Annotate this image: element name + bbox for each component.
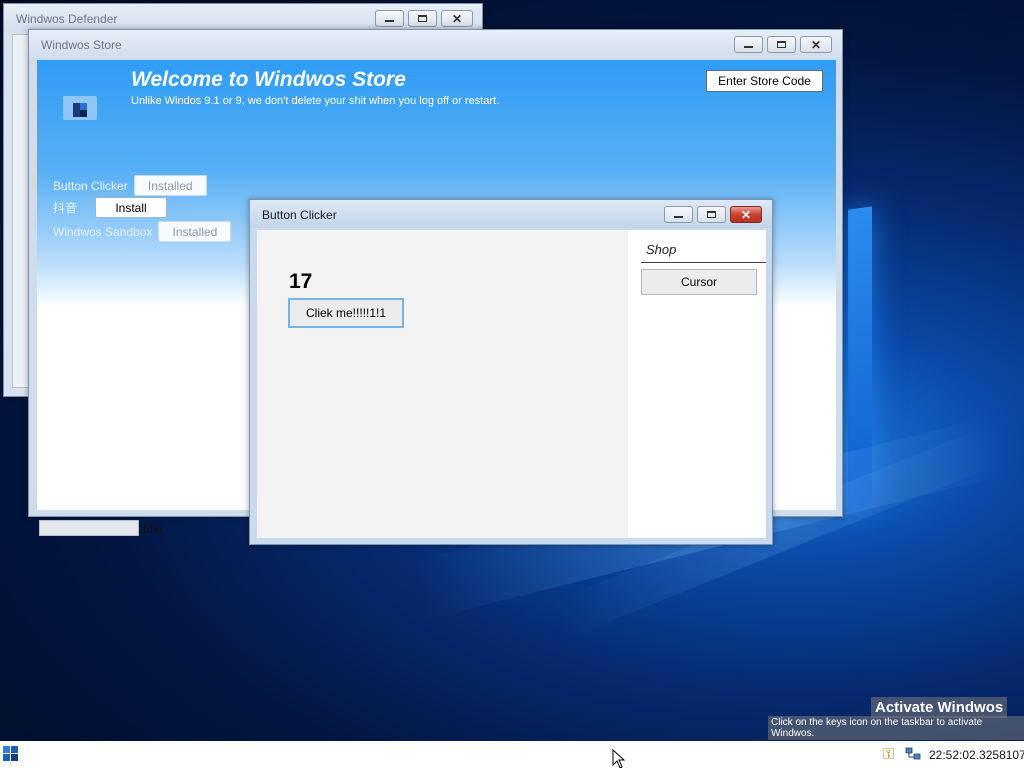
app-row-douyin: 抖音 Install [53, 197, 168, 218]
clicker-minimize-button[interactable] [664, 206, 693, 223]
minimize-icon [744, 46, 753, 48]
install-button[interactable]: Install [95, 197, 168, 218]
store-titlebar[interactable]: Windwos Store ✕ [29, 30, 842, 58]
close-icon: ✕ [451, 11, 463, 26]
enter-store-code-button[interactable]: Enter Store Code [706, 70, 823, 92]
shop-divider [641, 262, 766, 263]
shop-label: Shop [646, 242, 677, 257]
defender-maximize-button[interactable] [408, 10, 437, 27]
network-icon[interactable] [905, 747, 921, 761]
clicker-title: Button Clicker [262, 208, 337, 222]
app-row-button-clicker: Button Clicker Installed [53, 175, 207, 196]
start-logo-icon [3, 746, 10, 753]
maximize-icon [707, 211, 716, 218]
defender-close-button[interactable]: ✕ [441, 10, 473, 27]
defender-title: Windwos Defender [16, 12, 118, 26]
mouse-pointer-icon [612, 749, 626, 768]
minimize-icon [385, 20, 394, 22]
clicker-client-area: 17 Cliek me!!!!!1!1 Shop Cursor [257, 230, 766, 538]
store-heading: Welcome to Windwos Store [131, 68, 406, 91]
defender-minimize-button[interactable] [375, 10, 404, 27]
close-icon: ✕ [740, 207, 752, 222]
shop-item-cursor-button[interactable]: Cursor [641, 269, 757, 295]
store-close-button[interactable]: ✕ [800, 36, 832, 53]
keys-icon[interactable]: ⚿ [883, 746, 894, 763]
store-logo-icon [63, 96, 97, 120]
status-progress-bar [39, 520, 139, 536]
store-maximize-button[interactable] [767, 36, 796, 53]
app-row-windwos-sandbox: Windwos Sandbox Installed [53, 221, 232, 242]
minimize-icon [674, 216, 683, 218]
app-action-button[interactable]: Installed [133, 175, 207, 196]
start-button[interactable] [3, 746, 19, 762]
clicker-maximize-button[interactable] [697, 206, 726, 223]
activation-watermark-title: Activate Windwos [871, 697, 1008, 718]
maximize-icon [777, 41, 786, 48]
click-me-button[interactable]: Cliek me!!!!!1!1 [288, 298, 404, 328]
taskbar: ⚿ 22:52:02.3258107 [0, 741, 1024, 768]
status-text: Idle [143, 522, 163, 536]
app-name: Button Clicker [53, 178, 128, 193]
close-icon: ✕ [810, 37, 822, 52]
button-clicker-window[interactable]: Button Clicker ✕ 17 Cliek me!!!!!1!1 Sho… [249, 199, 773, 545]
clicker-close-button[interactable]: ✕ [730, 206, 762, 223]
activation-watermark-subtitle: Click on the keys icon on the taskbar to… [768, 716, 1024, 740]
store-title: Windwos Store [41, 38, 122, 52]
app-name: Windwos Sandbox [53, 224, 153, 239]
click-count: 17 [289, 270, 313, 293]
app-action-button[interactable]: Installed [158, 221, 232, 242]
clicker-titlebar[interactable]: Button Clicker ✕ [250, 200, 772, 228]
maximize-icon [418, 15, 427, 22]
store-minimize-button[interactable] [734, 36, 763, 53]
store-subheading: Unlike Windos 9.1 or 9, we don't delete … [131, 95, 500, 107]
app-name: 抖音 [53, 201, 78, 215]
taskbar-clock[interactable]: 22:52:02.3258107 [929, 748, 1024, 762]
defender-titlebar[interactable]: Windwos Defender ✕ [4, 4, 482, 32]
shop-panel: Shop Cursor [628, 230, 766, 538]
